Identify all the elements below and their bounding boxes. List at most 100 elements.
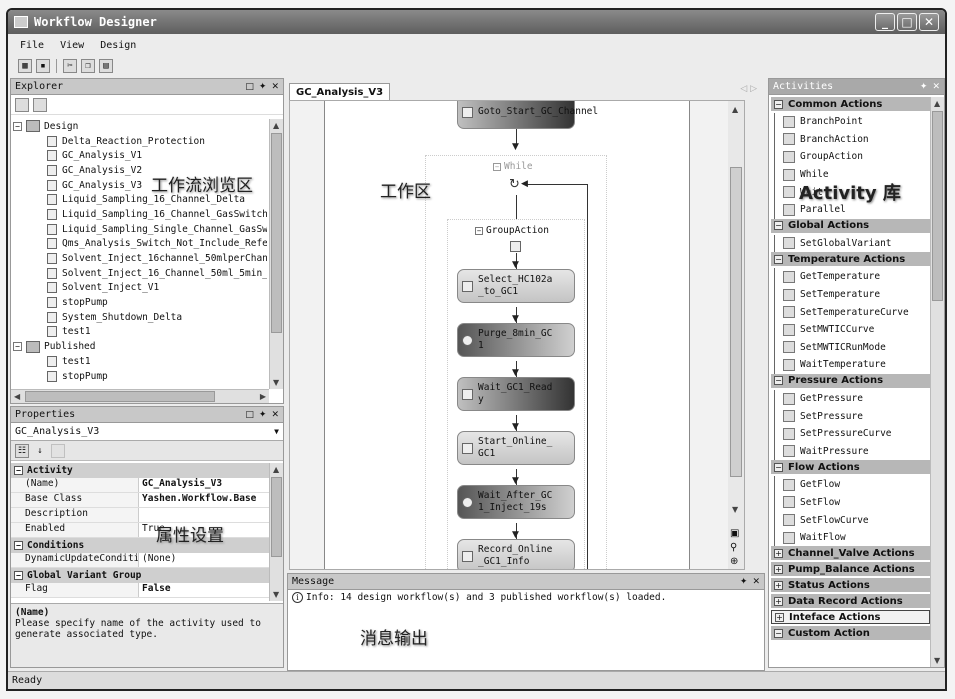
collapse-icon[interactable]: −	[14, 466, 23, 475]
pin-icon[interactable]: ✦	[740, 577, 748, 587]
activity-goto-start[interactable]: Goto_Start_GC_Channel	[457, 101, 598, 129]
workflow-activity[interactable]: Select_HC102a_to_GC1	[457, 269, 575, 303]
new-icon[interactable]: ▦	[18, 59, 32, 73]
tree-node-workflow[interactable]: test1	[13, 325, 267, 340]
refresh-icon[interactable]	[15, 97, 29, 112]
explorer-hscroll[interactable]: ◀ ▶	[11, 389, 269, 403]
pin-icon[interactable]: ✦	[259, 82, 267, 92]
expand-icon[interactable]: +	[774, 564, 783, 574]
activities-vscroll[interactable]: ▲ ▼	[930, 97, 944, 667]
collapse-icon[interactable]: −	[14, 571, 23, 580]
property-row[interactable]: Description	[11, 508, 269, 523]
workflow-activity[interactable]: Purge_8min_GC1	[457, 323, 575, 357]
expand-icon[interactable]: +	[774, 596, 783, 606]
tab-gc-analysis-v3[interactable]: GC_Analysis_V3	[289, 83, 391, 100]
activity-item[interactable]: SetPressure	[774, 407, 930, 425]
activity-item[interactable]: SetGlobalVariant	[774, 234, 930, 253]
property-value[interactable]: False	[139, 583, 269, 597]
properties-vscroll[interactable]: ▲ ▼	[269, 463, 283, 601]
property-row[interactable]: Enabled True	[11, 523, 269, 538]
designer-canvas[interactable]: Goto_Start_GC_Channel ▼ − While ↻ ◀ − Grou…	[289, 100, 745, 570]
chevron-down-icon[interactable]: ▼	[274, 427, 279, 436]
menu-view[interactable]: View	[60, 40, 84, 51]
activity-item[interactable]: BranchAction	[774, 130, 930, 149]
collapse-icon[interactable]: −	[774, 221, 783, 231]
tree-node-workflow[interactable]: Delta_Reaction_Protection	[13, 134, 267, 149]
workflow-design-surface[interactable]: Goto_Start_GC_Channel ▼ − While ↻ ◀ − Grou…	[324, 101, 690, 569]
tree-node-workflow[interactable]: Liquid_Sampling_16_Channel_GasSwitch_(	[13, 207, 267, 222]
activity-item[interactable]: GetFlow	[774, 476, 930, 494]
expand-icon[interactable]: +	[774, 580, 783, 590]
property-category[interactable]: − Conditions	[11, 538, 269, 553]
properties-icon[interactable]	[33, 97, 47, 112]
categorized-icon[interactable]: ☷	[15, 443, 29, 458]
tree-node-workflow[interactable]: Qms_Analysis_Switch_Not_Include_Refer	[13, 237, 267, 252]
activity-group[interactable]: + Data Record Actions	[771, 594, 930, 609]
minimize-button[interactable]: _	[875, 13, 895, 31]
copy-icon[interactable]: ❐	[81, 59, 95, 73]
sort-alpha-icon[interactable]: ↓	[33, 444, 47, 458]
activity-group[interactable]: − Global Actions	[771, 218, 930, 233]
tree-node-workflow[interactable]: System_Shutdown_Delta	[13, 310, 267, 325]
activity-item[interactable]: BranchPoint	[774, 113, 930, 131]
pin-icon[interactable]: ✦	[920, 82, 928, 92]
menu-design[interactable]: Design	[100, 40, 136, 51]
close-button[interactable]: ✕	[919, 13, 939, 31]
property-value[interactable]: Yashen.Workflow.Base	[139, 493, 269, 507]
tree-node-workflow[interactable]: stopPump	[13, 295, 267, 310]
property-row[interactable]: DynamicUpdateConditi((None)	[11, 553, 269, 568]
collapse-icon[interactable]: −	[774, 254, 783, 264]
collapse-icon[interactable]: −	[13, 342, 22, 352]
activity-group[interactable]: + Inteface Actions	[771, 610, 930, 625]
property-value[interactable]: GC_Analysis_V3	[139, 478, 269, 492]
activity-group[interactable]: + Status Actions	[771, 578, 930, 593]
tree-node-workflow[interactable]: stopPump	[13, 369, 267, 384]
canvas-vscroll[interactable]: ▲ ▼ ▣ ⚲ ⊕	[728, 101, 744, 569]
activity-group[interactable]: − Flow Actions	[771, 460, 930, 475]
activity-item[interactable]: SetMWTICCurve	[774, 320, 930, 339]
activity-item[interactable]: SetPressureCurve	[774, 424, 930, 443]
collapse-icon[interactable]: −	[774, 99, 783, 109]
tree-node-design[interactable]: − Design	[13, 119, 267, 134]
object-selector[interactable]: GC_Analysis_V3 ▼	[11, 423, 283, 441]
cut-icon[interactable]: ✂	[63, 59, 77, 73]
tree-node-workflow[interactable]: Solvent_Inject_16channel_50mlperChann	[13, 251, 267, 266]
save-icon[interactable]: ▪	[36, 59, 50, 73]
tab-navigation[interactable]: ◁ ▷	[740, 84, 757, 94]
property-category[interactable]: − Global Variant Group	[11, 568, 269, 583]
zoom-page-icon[interactable]: ▣	[730, 527, 739, 541]
expand-icon[interactable]: +	[774, 548, 783, 558]
activity-item[interactable]: GetTemperature	[774, 268, 930, 286]
zoom-in-icon[interactable]: ⊕	[730, 555, 739, 569]
paste-icon[interactable]: ▤	[99, 59, 113, 73]
collapse-icon[interactable]: −	[774, 462, 783, 472]
pin-icon[interactable]: ✦	[259, 410, 267, 420]
activity-item[interactable]: SetTemperatureCurve	[774, 303, 930, 321]
activity-item[interactable]: SetFlow	[774, 493, 930, 512]
activity-group[interactable]: − Pressure Actions	[771, 373, 930, 388]
tree-node-published[interactable]: − Published	[13, 339, 267, 354]
close-icon[interactable]: ✕	[271, 410, 279, 420]
property-row[interactable]: Flag False	[11, 583, 269, 598]
activity-item[interactable]: GetPressure	[774, 389, 930, 408]
activity-item[interactable]: WaitFlow	[774, 528, 930, 547]
explorer-vscroll[interactable]: ▲ ▼	[269, 119, 283, 389]
property-category[interactable]: − Activity	[11, 463, 269, 478]
float-icon[interactable]: □	[245, 410, 254, 420]
collapse-icon[interactable]: −	[774, 376, 783, 386]
collapse-icon[interactable]: −	[13, 121, 22, 131]
tree-node-workflow[interactable]: Solvent_Inject_16_Channel_50ml_5min_V	[13, 266, 267, 281]
collapse-icon[interactable]: −	[774, 628, 783, 638]
activity-item[interactable]: SetMWTICRunMode	[774, 338, 930, 357]
activity-group[interactable]: − Custom Action	[771, 626, 930, 641]
property-row[interactable]: (Name) GC_Analysis_V3	[11, 478, 269, 493]
workflow-activity[interactable]: Record_Online_GC1_Info	[457, 539, 575, 569]
tree-node-workflow[interactable]: Solvent_Inject_V1	[13, 281, 267, 296]
tree-node-workflow[interactable]: GC_Analysis_V1	[13, 148, 267, 163]
pan-icon[interactable]: ⚲	[730, 541, 739, 555]
activity-item[interactable]: WaitTemperature	[774, 356, 930, 374]
activity-group[interactable]: − Common Actions	[771, 97, 930, 111]
tree-node-workflow[interactable]: Liquid_Sampling_Single_Channel_GasSwi	[13, 222, 267, 237]
float-icon[interactable]: □	[245, 82, 254, 92]
activity-item[interactable]: SetFlowCurve	[774, 511, 930, 529]
